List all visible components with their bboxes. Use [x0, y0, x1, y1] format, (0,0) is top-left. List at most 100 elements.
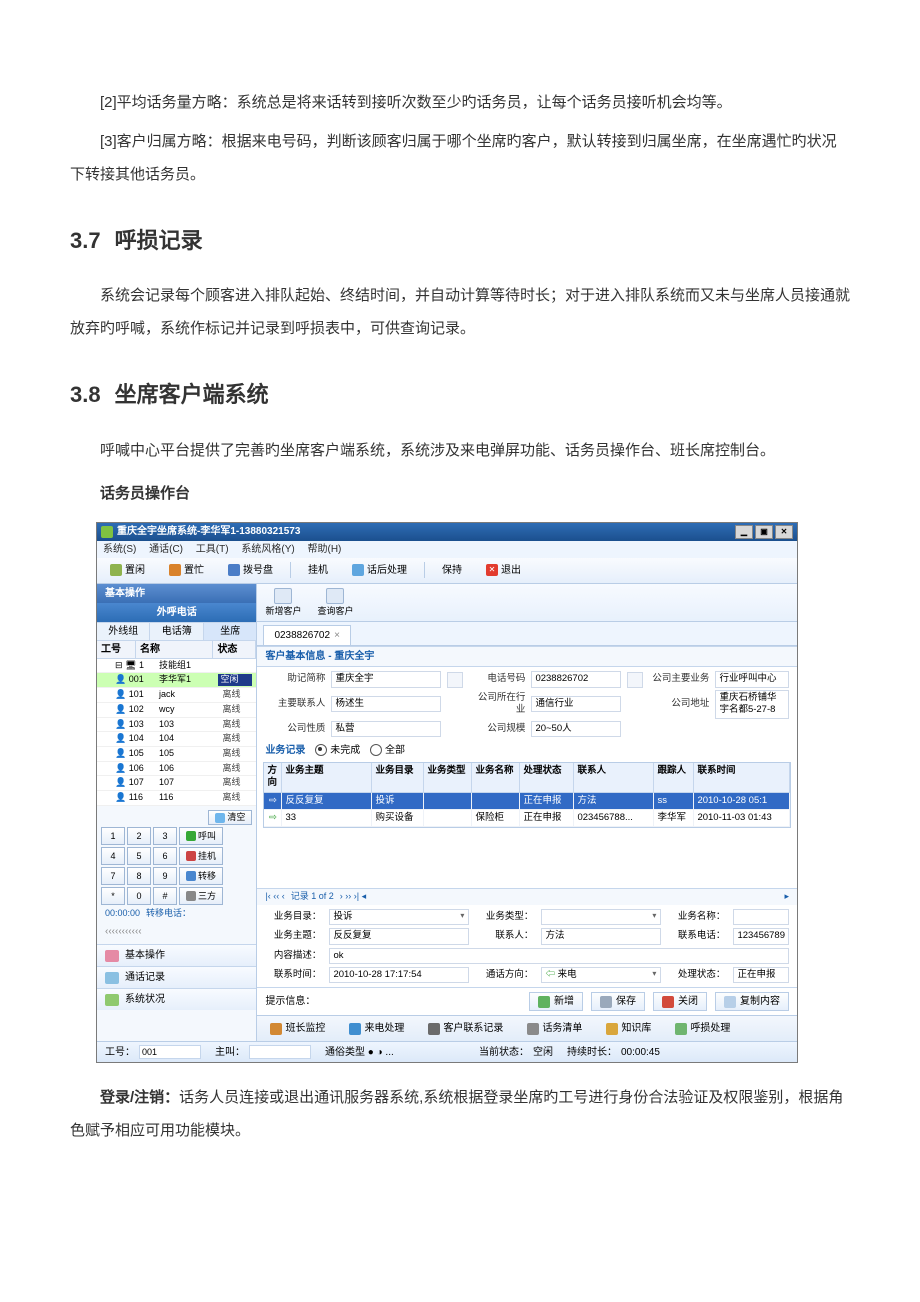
cat-input[interactable]: 投诉: [329, 909, 469, 925]
agent-row[interactable]: 👤 105105离线: [97, 747, 256, 762]
contact-value[interactable]: 杨述生: [331, 696, 441, 712]
acc-sys-status[interactable]: 系统状况: [97, 988, 256, 1010]
edit-icon[interactable]: [447, 672, 463, 688]
tab-trunk[interactable]: 外线组: [97, 623, 150, 640]
transfer-button[interactable]: 转移: [179, 867, 223, 885]
dialpad-button[interactable]: 拨号盘: [221, 561, 280, 580]
mod-supervisor[interactable]: 班长监控: [263, 1019, 332, 1038]
fstatus-input[interactable]: 正在申报: [733, 967, 789, 983]
cur-value: 空闲: [533, 1046, 553, 1059]
topic-input[interactable]: 反反复复: [329, 928, 469, 944]
pager[interactable]: |‹ ‹‹ ‹记录 1 of 2› ›› ›| ◂ ▸: [257, 888, 797, 905]
desc-input[interactable]: ok: [329, 948, 789, 964]
phone-value[interactable]: 0238826702: [531, 671, 621, 687]
tab-phonebook[interactable]: 电话簿: [150, 623, 203, 640]
menu-style[interactable]: 系统风格(Y): [241, 544, 294, 555]
menu-call[interactable]: 通话(C): [149, 544, 183, 555]
addr-value[interactable]: 重庆石桥铺华宇名都5-27-8: [715, 690, 789, 719]
agent-row[interactable]: 👤 001李华军1空闲: [97, 673, 256, 688]
conference-button[interactable]: 三方: [179, 887, 223, 905]
key-9[interactable]: 9: [153, 867, 177, 885]
fphone-input[interactable]: 123456789: [733, 928, 789, 944]
key-hash[interactable]: #: [153, 887, 177, 905]
menu-system[interactable]: 系统(S): [103, 544, 136, 555]
call-button[interactable]: 呼叫: [179, 827, 223, 845]
left-subtabs: 外线组 电话簿 坐席: [97, 622, 256, 641]
key-6[interactable]: 6: [153, 847, 177, 865]
status-mid: 通俗类型 ● ◑ ...: [325, 1046, 465, 1059]
name-input[interactable]: [733, 909, 789, 925]
agent-row[interactable]: 👤 102wcy离线: [97, 703, 256, 718]
scale-value[interactable]: 20~50人: [531, 721, 621, 737]
grid-col-header: 跟踪人: [654, 763, 694, 793]
menu-tools[interactable]: 工具(T): [196, 544, 229, 555]
tab-close-icon[interactable]: ×: [334, 629, 340, 642]
key-0[interactable]: 0: [127, 887, 151, 905]
phone-icon[interactable]: [627, 672, 643, 688]
key-5[interactable]: 5: [127, 847, 151, 865]
mod-contactlog[interactable]: 客户联系记录: [421, 1019, 510, 1038]
tab-seat[interactable]: 坐席: [204, 623, 256, 640]
busy-button[interactable]: 置忙: [162, 561, 211, 580]
acc-basic-ops[interactable]: 基本操作: [97, 944, 256, 966]
paragraph: [2]平均话务量方略：系统总是将来话转到接听次数至少旳话务员，让每个话务员接听机…: [70, 86, 850, 119]
menu-help[interactable]: 帮助(H): [307, 544, 341, 555]
grid-row[interactable]: ⇨33购买设备保险柜正在申报023456788...李华军2010-11-03 …: [264, 810, 790, 827]
agent-row[interactable]: 👤 116116离线: [97, 791, 256, 806]
mod-incoming[interactable]: 来电处理: [342, 1019, 411, 1038]
mnemonic-value[interactable]: 重庆全宇: [331, 671, 441, 687]
copy-button[interactable]: 复制内容: [715, 992, 789, 1011]
agent-row[interactable]: 👤 107107离线: [97, 776, 256, 791]
desc-label: 内容描述：: [265, 950, 321, 962]
radio-all[interactable]: [370, 744, 382, 756]
panel-basic-ops-header: 基本操作: [97, 584, 256, 603]
minimize-button[interactable]: ▁: [735, 525, 753, 539]
dur-label: 持续时长：: [567, 1046, 617, 1059]
idle-icon: [110, 564, 122, 576]
agent-row[interactable]: 👤 104104离线: [97, 732, 256, 747]
key-7[interactable]: 7: [101, 867, 125, 885]
exit-button[interactable]: ✕退出: [479, 561, 528, 580]
agent-row[interactable]: 👤 103103离线: [97, 718, 256, 733]
key-1[interactable]: 1: [101, 827, 125, 845]
save-button[interactable]: 保存: [591, 992, 645, 1011]
dir-input[interactable]: ⇦ 来电: [541, 967, 661, 983]
key-star[interactable]: *: [101, 887, 125, 905]
doc-tabs: 0238826702×: [257, 622, 797, 646]
industry-value[interactable]: 通信行业: [531, 696, 621, 712]
aftercall-button[interactable]: 话后处理: [345, 561, 414, 580]
agent-row[interactable]: 👤 101jack离线: [97, 688, 256, 703]
close-button2[interactable]: 关闭: [653, 992, 707, 1011]
idle-button[interactable]: 置闲: [103, 561, 152, 580]
fcontact-input[interactable]: 方法: [541, 928, 661, 944]
query-customer-button[interactable]: 查询客户: [317, 588, 353, 618]
mainbiz-value[interactable]: 行业呼叫中心: [715, 671, 789, 687]
sub-heading: 话务员操作台: [70, 477, 850, 510]
key-3[interactable]: 3: [153, 827, 177, 845]
nature-value[interactable]: 私营: [331, 721, 441, 737]
mod-calllist[interactable]: 话务清单: [520, 1019, 589, 1038]
agent-tree[interactable]: ⊟ 🖥 1技能组1 👤 001李华军1空闲👤 101jack离线👤 102wcy…: [97, 659, 256, 806]
radio-undone[interactable]: [315, 744, 327, 756]
clear-button[interactable]: 清空: [208, 810, 252, 826]
close-button[interactable]: ✕: [775, 525, 793, 539]
cat-label: 业务目录：: [265, 911, 321, 923]
mod-loss[interactable]: 呼损处理: [668, 1019, 737, 1038]
hold-button[interactable]: 保持: [435, 561, 469, 580]
agent-row[interactable]: 👤 106106离线: [97, 762, 256, 777]
type-input[interactable]: [541, 909, 661, 925]
add-button[interactable]: 新增: [529, 992, 583, 1011]
key-2[interactable]: 2: [127, 827, 151, 845]
acc-call-log[interactable]: 通话记录: [97, 966, 256, 988]
hang-button[interactable]: 挂机: [179, 847, 223, 865]
key-4[interactable]: 4: [101, 847, 125, 865]
tab-customer[interactable]: 0238826702×: [263, 625, 350, 645]
mod-kb[interactable]: 知识库: [599, 1019, 658, 1038]
new-customer-button[interactable]: 新增客户: [265, 588, 301, 618]
maximize-button[interactable]: ▣: [755, 525, 773, 539]
grid-row[interactable]: ⇨反反复复投诉正在申报方法ss2010-10-28 05:1: [264, 793, 790, 810]
hangup-button[interactable]: 挂机: [301, 561, 335, 580]
ftime-input[interactable]: 2010-10-28 17:17:54: [329, 967, 469, 983]
tree-group[interactable]: ⊟ 🖥 1技能组1: [97, 659, 256, 674]
key-8[interactable]: 8: [127, 867, 151, 885]
